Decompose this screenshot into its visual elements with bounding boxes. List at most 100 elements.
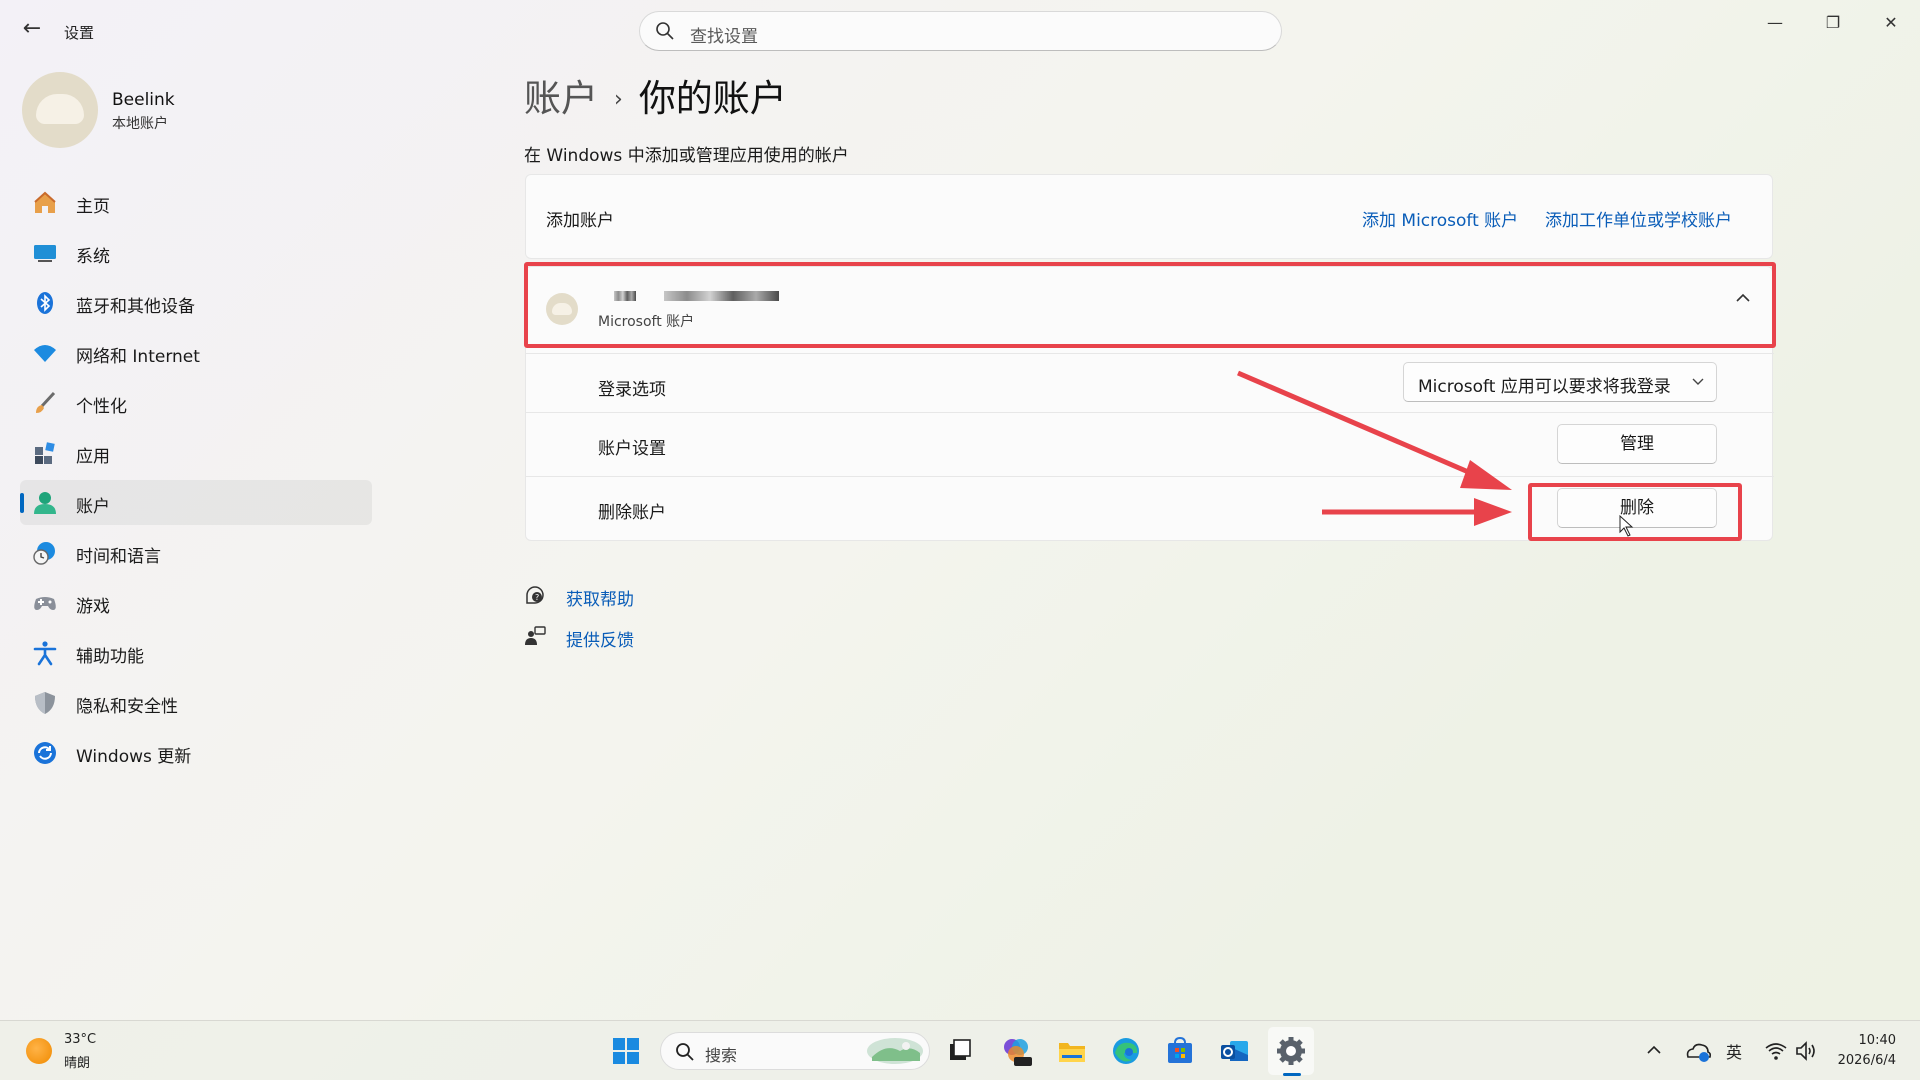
sign-in-options-row: 登录选项 Microsoft 应用可以要求将我登录 [526, 353, 1774, 417]
system-clock[interactable]: 10:40 2026/6/4 [1838, 1031, 1896, 1071]
weather-temperature[interactable]: 33°C [64, 1032, 96, 1047]
add-microsoft-account-link[interactable]: 添加 Microsoft 账户 [1362, 206, 1518, 231]
outlook-icon[interactable] [1218, 1035, 1250, 1067]
sidebar-item-personalization[interactable]: 个性化 [20, 380, 372, 425]
search-icon [656, 22, 674, 40]
add-work-school-account-link[interactable]: 添加工作单位或学校账户 [1545, 206, 1732, 231]
account-settings-row: 账户设置 管理 [526, 412, 1774, 476]
clock-date: 2026/6/4 [1837, 1053, 1896, 1068]
search-placeholder: 查找设置 [690, 27, 758, 47]
sidebar-item-label: 主页 [76, 197, 110, 217]
page-title: 你的账户 [638, 77, 787, 120]
search-icon [676, 1043, 694, 1061]
help-icon: ? [526, 586, 544, 604]
back-button[interactable]: ← [18, 16, 46, 44]
sidebar-item-system[interactable]: 系统 [20, 230, 372, 275]
sidebar-item-network[interactable]: 网络和 Internet [20, 330, 372, 375]
sidebar-item-label: 系统 [76, 247, 110, 267]
sidebar-item-windows-update[interactable]: Windows 更新 [20, 730, 372, 775]
gamepad-icon [34, 597, 56, 610]
user-account-type: 本地账户 [112, 116, 168, 132]
account-highlight-box [524, 262, 1776, 348]
task-view-icon[interactable] [944, 1035, 976, 1067]
sidebar-nav: 主页 系统 蓝牙和其他设备 网络和 Internet 个性化 应用 账户 时间和… [20, 180, 372, 780]
minimize-button[interactable]: — [1752, 8, 1798, 38]
sidebar-item-label: 应用 [76, 447, 110, 467]
sidebar-item-home[interactable]: 主页 [20, 180, 372, 225]
sidebar-item-label: 蓝牙和其他设备 [76, 297, 195, 317]
taskbar-search-placeholder: 搜索 [705, 1046, 738, 1065]
taskbar: 33°C 晴朗 搜索 英 10:40 2026/6/4 [0, 1020, 1920, 1080]
weather-condition[interactable]: 晴朗 [64, 1052, 90, 1071]
sidebar-item-label: 个性化 [76, 397, 127, 417]
clock-time: 10:40 [1858, 1033, 1896, 1048]
settings-gear-icon[interactable] [1275, 1035, 1307, 1067]
apps-icon [35, 442, 55, 464]
sidebar-item-label: 游戏 [76, 597, 110, 617]
sidebar-item-time-language[interactable]: 时间和语言 [20, 530, 372, 575]
give-feedback-link[interactable]: 提供反馈 [524, 625, 724, 651]
wifi-icon [34, 345, 56, 362]
svg-text:?: ? [535, 593, 539, 602]
settings-search-input[interactable]: 查找设置 [639, 11, 1282, 51]
add-account-label: 添加账户 [546, 211, 614, 231]
sidebar-item-apps[interactable]: 应用 [20, 430, 372, 475]
brush-icon [36, 391, 56, 413]
sidebar-item-label: 时间和语言 [76, 547, 161, 567]
section-subtitle: 在 Windows 中添加或管理应用使用的帐户 [524, 146, 849, 166]
user-avatar[interactable] [22, 72, 98, 148]
update-icon [34, 742, 56, 764]
get-help-link[interactable]: ? 获取帮助 [524, 584, 724, 610]
edge-browser-icon[interactable] [1110, 1035, 1142, 1067]
home-icon [34, 191, 56, 213]
app-title: 设置 [64, 24, 95, 42]
manage-button[interactable]: 管理 [1557, 424, 1717, 464]
active-app-indicator [1283, 1073, 1301, 1076]
feedback-icon [525, 626, 546, 645]
account-settings-label: 账户设置 [598, 439, 666, 459]
sidebar-item-accounts[interactable]: 账户 [20, 480, 372, 525]
bluetooth-icon [37, 292, 53, 314]
get-help-label: 获取帮助 [566, 590, 634, 610]
microsoft365-icon[interactable] [1000, 1035, 1032, 1067]
windows-start-icon[interactable] [610, 1035, 642, 1067]
sidebar-item-label: 账户 [76, 497, 110, 517]
tray-overflow-chevron-icon[interactable] [1646, 1045, 1662, 1055]
dropdown-value: Microsoft 应用可以要求将我登录 [1418, 377, 1671, 397]
close-button[interactable]: ✕ [1868, 8, 1914, 38]
onedrive-icon[interactable] [1684, 1037, 1712, 1065]
chevron-right-icon: › [614, 87, 623, 112]
selected-indicator [20, 493, 24, 513]
taskbar-search-box[interactable]: 搜索 [660, 1032, 930, 1070]
remove-button-highlight-box [1528, 483, 1742, 541]
system-icon [34, 245, 56, 262]
sign-in-options-label: 登录选项 [598, 380, 666, 400]
add-account-card: 添加账户 添加 Microsoft 账户 添加工作单位或学校账户 [525, 174, 1773, 259]
wifi-icon[interactable] [1764, 1039, 1788, 1063]
user-name: Beelink [112, 90, 175, 110]
sign-in-options-dropdown[interactable]: Microsoft 应用可以要求将我登录 [1403, 362, 1717, 402]
ime-language-indicator[interactable]: 英 [1726, 1039, 1742, 1063]
sidebar-item-bluetooth[interactable]: 蓝牙和其他设备 [20, 280, 372, 325]
sidebar-item-label: 网络和 Internet [76, 347, 200, 367]
breadcrumb-parent[interactable]: 账户 [524, 77, 598, 120]
title-bar: ← 设置 查找设置 — ❐ ✕ [0, 0, 1920, 62]
breadcrumb: 账户 › 你的账户 [524, 68, 787, 122]
file-explorer-icon[interactable] [1056, 1035, 1088, 1067]
remove-account-label: 删除账户 [598, 503, 666, 523]
sidebar-item-label: 隐私和安全性 [76, 697, 178, 717]
search-highlight-icon [867, 1038, 923, 1064]
sidebar-item-label: Windows 更新 [76, 747, 192, 767]
weather-sun-icon[interactable] [26, 1038, 52, 1064]
microsoft-store-icon[interactable] [1164, 1035, 1196, 1067]
account-icon [34, 492, 56, 514]
restore-button[interactable]: ❐ [1810, 8, 1856, 38]
sidebar-item-gaming[interactable]: 游戏 [20, 580, 372, 625]
sidebar-item-accessibility[interactable]: 辅助功能 [20, 630, 372, 675]
chevron-down-icon [1692, 378, 1704, 385]
accessibility-icon [33, 641, 57, 666]
volume-icon[interactable] [1794, 1039, 1818, 1063]
sidebar-item-label: 辅助功能 [76, 647, 144, 667]
clock-globe-icon [33, 542, 55, 565]
sidebar-item-privacy[interactable]: 隐私和安全性 [20, 680, 372, 725]
